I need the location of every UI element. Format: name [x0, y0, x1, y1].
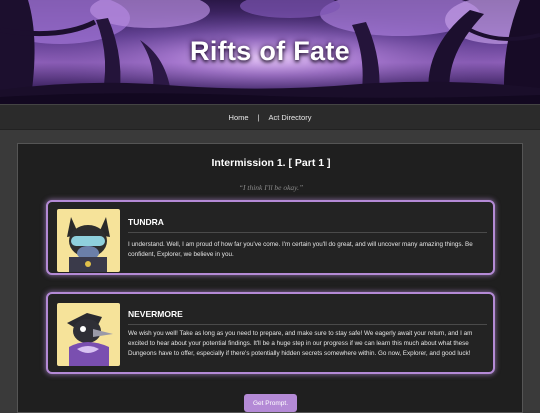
nevermore-avatar: [57, 303, 120, 366]
dialogue-card-nevermore: NEVERMORE We wish you well! Take as long…: [46, 292, 495, 374]
nav-bar: Home | Act Directory: [0, 104, 540, 130]
fox-character-icon: [57, 209, 120, 272]
dialogue-text: I understand. Well, I am proud of how fa…: [128, 241, 473, 258]
tundra-avatar: [57, 209, 120, 272]
dialogue-card-tundra: TUNDRA I understand. Well, I am proud of…: [46, 200, 495, 275]
divider: [128, 324, 487, 325]
dialogue-text: We wish you well! Take as long as you ne…: [128, 330, 473, 357]
main-panel: Intermission 1. [ Part 1 ] “I think I'll…: [17, 143, 523, 413]
bird-character-icon: [57, 303, 120, 366]
character-name: NEVERMORE: [128, 309, 183, 319]
nav-home-link[interactable]: Home: [229, 113, 249, 122]
nav-act-directory-link[interactable]: Act Directory: [269, 113, 312, 122]
header-banner: Rifts of Fate: [0, 0, 540, 104]
get-prompt-button[interactable]: Get Prompt.: [244, 394, 297, 412]
quote-text: “I think I'll be okay.”: [238, 183, 304, 192]
divider: [128, 232, 487, 233]
character-name: TUNDRA: [128, 217, 164, 227]
nav-separator: |: [257, 112, 260, 122]
site-title: Rifts of Fate: [190, 36, 350, 66]
page-title: Intermission 1. [ Part 1 ]: [211, 157, 331, 169]
